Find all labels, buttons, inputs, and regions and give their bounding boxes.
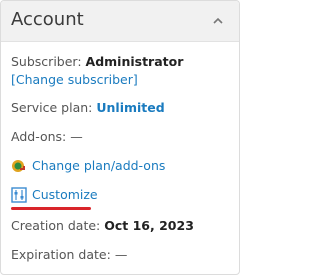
expiration-date-label: Expiration date: [11, 247, 111, 262]
chevron-up-icon[interactable] [211, 14, 225, 28]
change-plan-link[interactable]: Change plan/add-ons [11, 157, 233, 175]
addons-value: — [70, 129, 83, 144]
change-plan-icon [12, 160, 25, 172]
service-plan-label: Service plan: [11, 100, 93, 115]
customize-highlight-underline [11, 207, 91, 210]
addons-label: Add-ons: [11, 129, 67, 144]
creation-date-value: Oct 16, 2023 [104, 218, 194, 233]
expiration-date-row: Expiration date: — [11, 246, 233, 264]
change-plan-label[interactable]: Change plan/add-ons [32, 157, 165, 175]
service-plan-row: Service plan: Unlimited [11, 99, 233, 117]
creation-date-row: Creation date: Oct 16, 2023 [11, 217, 233, 235]
customize-icon [11, 187, 27, 203]
customize-link[interactable]: Customize [11, 186, 233, 204]
subscriber-value: Administrator [85, 54, 184, 69]
addons-row: Add-ons: — [11, 128, 233, 146]
account-panel: Account Subscriber: Administrator [Chang… [0, 0, 240, 275]
subscriber-label: Subscriber: [11, 54, 82, 69]
customize-label[interactable]: Customize [32, 186, 98, 204]
panel-header: Account [1, 1, 239, 42]
service-plan-link[interactable]: Unlimited [96, 100, 164, 115]
subscriber-row: Subscriber: Administrator [Change subscr… [11, 53, 233, 89]
creation-date-label: Creation date: [11, 218, 101, 233]
panel-title: Account [11, 9, 84, 30]
expiration-date-value: — [114, 247, 128, 262]
change-subscriber-link[interactable]: [Change subscriber] [11, 72, 138, 87]
